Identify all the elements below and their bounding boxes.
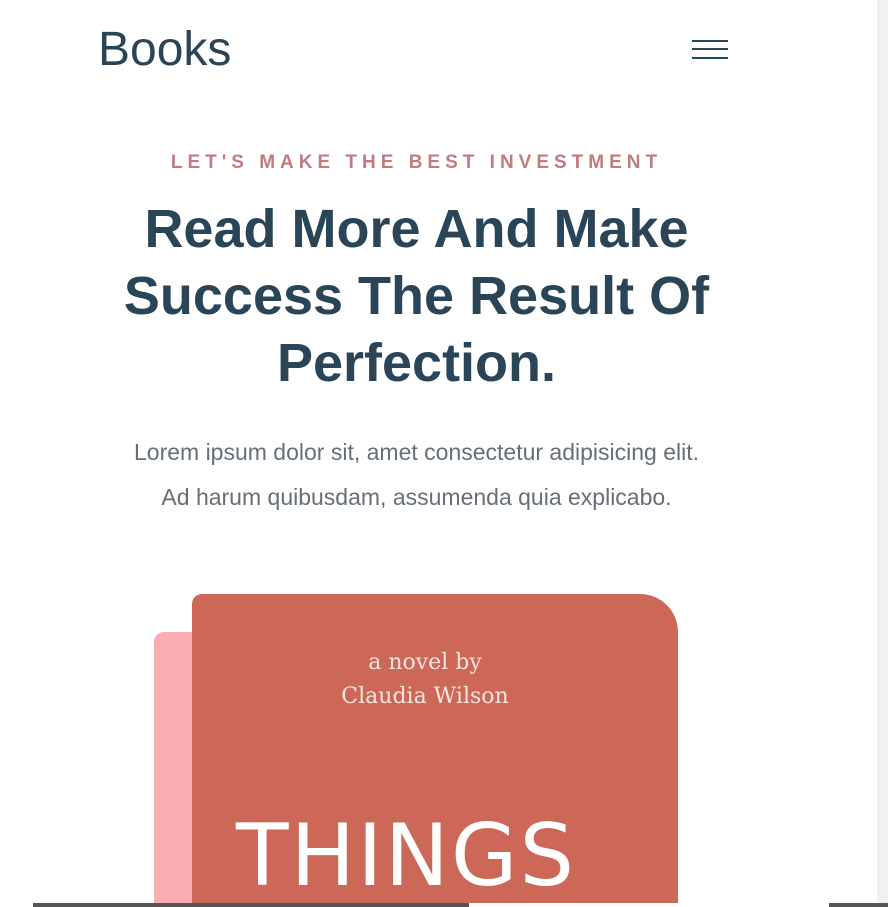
hero-headline: Read More And Make Success The Result Of… bbox=[123, 199, 710, 393]
page: Books LET'S MAKE THE BEST INVESTMENT Rea… bbox=[0, 0, 877, 907]
book-front-cover: a novel by Claudia Wilson THINGS bbox=[192, 594, 678, 907]
bottom-bar-segment bbox=[0, 903, 33, 907]
hamburger-menu-icon[interactable] bbox=[690, 38, 730, 64]
hero-lead-line-2: Ad harum quibusdam, assumenda quia expli… bbox=[161, 484, 672, 510]
bottom-edge-bar bbox=[0, 903, 888, 907]
book-author: Claudia Wilson bbox=[341, 684, 509, 709]
book-title: THINGS bbox=[236, 806, 577, 906]
bottom-bar-segment bbox=[469, 903, 829, 907]
hero-eyebrow: LET'S MAKE THE BEST INVESTMENT bbox=[170, 152, 663, 173]
brand-logo[interactable]: Books bbox=[98, 20, 231, 80]
book-byline: a novel by Claudia Wilson bbox=[192, 646, 658, 714]
menu-line bbox=[692, 40, 728, 42]
hero-lead: Lorem ipsum dolor sit, amet consectetur … bbox=[60, 430, 773, 520]
menu-line bbox=[692, 48, 728, 50]
hero-lead-line-1: Lorem ipsum dolor sit, amet consectetur … bbox=[133, 439, 700, 465]
vertical-scrollbar[interactable] bbox=[877, 0, 888, 907]
menu-line bbox=[692, 57, 728, 59]
book-cover-image: a novel by Claudia Wilson THINGS bbox=[154, 594, 680, 907]
book-byline-line-1: a novel by bbox=[368, 650, 482, 675]
